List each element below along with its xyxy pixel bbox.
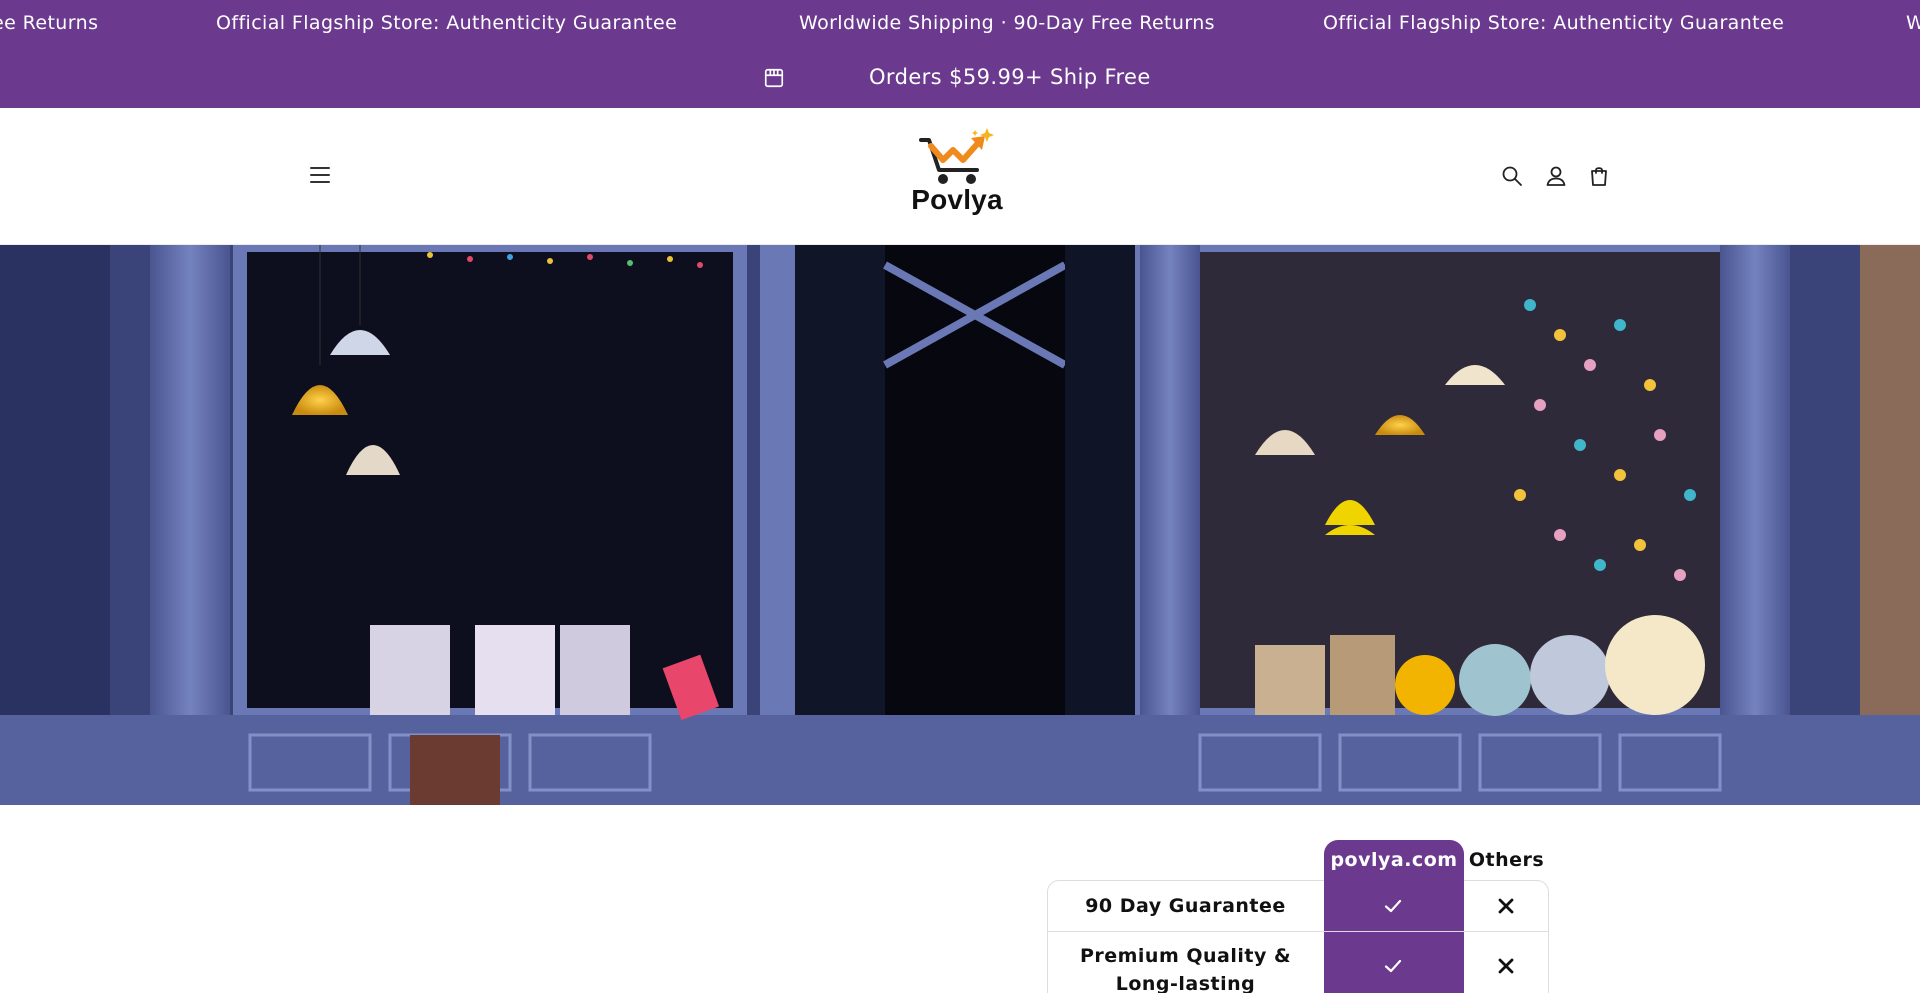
comparison-row: Premium Quality & Long-lasting (1047, 932, 1549, 993)
announcement-marquee: ee Returns Official Flagship Store: Auth… (0, 0, 1920, 50)
hamburger-menu-icon[interactable] (308, 165, 332, 185)
shipping-text: Orders $59.99+ Ship Free (869, 65, 1151, 89)
marquee-item: W (1906, 12, 1920, 34)
check-icon (1384, 899, 1402, 913)
shopping-bag-icon[interactable] (1587, 164, 1611, 188)
marquee-item: Official Flagship Store: Authenticity Gu… (216, 12, 678, 34)
feature-label: 90 Day Guarantee (1085, 895, 1286, 917)
search-icon[interactable] (1500, 164, 1524, 188)
brand-column-header: povlya.com (1324, 840, 1464, 880)
shipping-announcement[interactable]: Orders $59.99+ Ship Free (0, 58, 1920, 98)
comparison-row: 90 Day Guarantee (1047, 880, 1549, 932)
account-icon[interactable] (1544, 164, 1568, 188)
feature-label: Premium Quality & Long-lasting (1079, 945, 1292, 993)
close-icon (1498, 958, 1514, 974)
marquee-item: ee Returns (0, 12, 99, 34)
others-column-header: Others (1468, 849, 1545, 871)
marquee-item: Official Flagship Store: Authenticity Gu… (1323, 12, 1785, 34)
store-logo[interactable]: Povlya (905, 128, 1009, 223)
marquee-item: Worldwide Shipping · 90-Day Free Returns (799, 12, 1215, 34)
hero-banner-image (0, 245, 1920, 805)
site-header: Povlya (0, 108, 1920, 245)
close-icon (1498, 898, 1514, 914)
comparison-table: povlya.com Others 90 Day Guarantee Premi… (1047, 840, 1549, 993)
store-icon (764, 68, 784, 88)
check-icon (1384, 959, 1402, 973)
cart-logo-icon (919, 128, 994, 184)
logo-text: Povlya (911, 184, 1003, 215)
storefront-photo (0, 245, 1920, 805)
announcement-bar: ee Returns Official Flagship Store: Auth… (0, 0, 1920, 108)
